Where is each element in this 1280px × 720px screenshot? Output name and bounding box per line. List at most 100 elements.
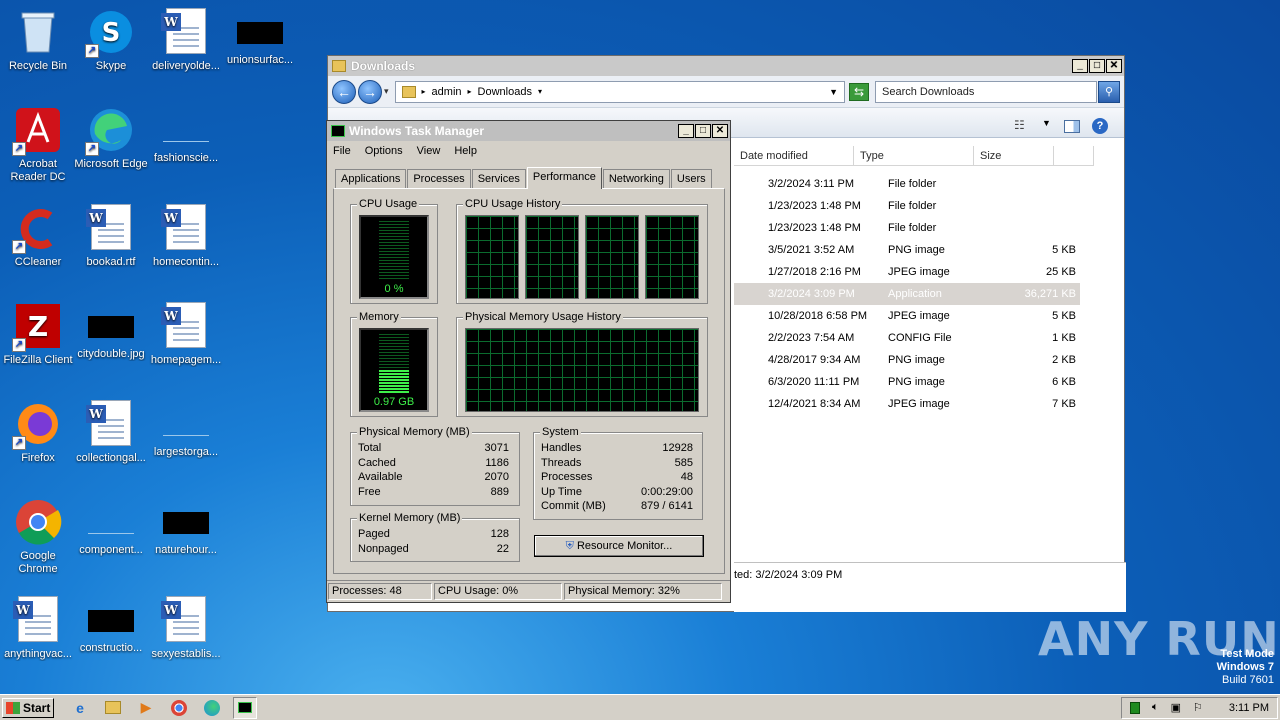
media-player-icon[interactable]: ▶ bbox=[134, 697, 158, 719]
menu-view[interactable]: View bbox=[417, 145, 441, 157]
minimize-button[interactable]: _ bbox=[678, 124, 694, 138]
network-icon[interactable]: ▣ bbox=[1171, 701, 1181, 714]
search-icon[interactable]: ⚲ bbox=[1098, 80, 1120, 103]
desktop-icon-filezilla[interactable]: Z ↗ FileZilla Client bbox=[0, 302, 76, 367]
desktop-icon-homecontin[interactable]: W homecontin... bbox=[148, 204, 224, 269]
forward-arrow-icon[interactable]: → bbox=[358, 79, 382, 104]
desktop-icon-chrome[interactable]: Google Chrome bbox=[0, 498, 76, 576]
desktop-icon-acrobat[interactable]: ↗ Acrobat Reader DC bbox=[0, 106, 76, 184]
shortcut-arrow-icon: ↗ bbox=[12, 436, 26, 450]
refresh-icon[interactable]: ⇆ bbox=[849, 82, 869, 101]
explorer-folder-icon[interactable] bbox=[101, 697, 125, 719]
task-manager-tray-icon[interactable] bbox=[1129, 701, 1140, 714]
desktop-icon-citydouble[interactable]: citydouble.jpg bbox=[73, 302, 149, 361]
column-date-modified[interactable]: Date modified bbox=[734, 146, 854, 166]
file-row[interactable]: 1/23/2023 1:48 PM File folder bbox=[734, 217, 1080, 239]
file-row[interactable]: 12/4/2021 8:34 AM JPEG image 7 KB bbox=[734, 393, 1080, 415]
stat-row: Total 3071 bbox=[358, 442, 509, 454]
chrome-taskbar-icon[interactable] bbox=[167, 697, 191, 719]
file-row[interactable]: 1/23/2023 1:48 PM File folder bbox=[734, 195, 1080, 217]
desktop-icon-collectiongal[interactable]: W collectiongal... bbox=[73, 400, 149, 465]
task-manager-titlebar[interactable]: Windows Task Manager _ □ ✕ bbox=[327, 121, 730, 141]
file-size: 1 KB bbox=[1052, 332, 1076, 344]
resource-monitor-button[interactable]: ⛨ Resource Monitor... bbox=[534, 535, 704, 557]
minimize-button[interactable]: _ bbox=[1072, 59, 1088, 73]
desktop-icon-recycle-bin[interactable]: Recycle Bin bbox=[0, 8, 76, 73]
close-button[interactable]: ✕ bbox=[712, 124, 728, 138]
tab-performance[interactable]: Performance bbox=[526, 167, 602, 189]
file-row[interactable]: 3/2/2024 3:11 PM File folder bbox=[734, 173, 1080, 195]
desktop-icon-edge[interactable]: ↗ Microsoft Edge bbox=[73, 106, 149, 171]
file-row[interactable]: 1/27/2018 2:16 PM JPEG image 25 KB bbox=[734, 261, 1080, 283]
task-manager-taskbar-icon[interactable] bbox=[233, 696, 257, 719]
stat-value: 1186 bbox=[485, 456, 509, 469]
desktop-icon-constructio[interactable]: constructio... bbox=[73, 596, 149, 655]
breadcrumb-downloads[interactable]: Downloads bbox=[478, 86, 532, 98]
desktop-icon-largestorga[interactable]: largestorga... bbox=[148, 400, 224, 459]
menu-options[interactable]: Options bbox=[365, 145, 403, 157]
desktop-icon-anythingvac[interactable]: W anythingvac... bbox=[0, 596, 76, 661]
maximize-button[interactable]: □ bbox=[1089, 59, 1105, 73]
firefox-icon: ↗ bbox=[12, 400, 62, 450]
column-size[interactable]: Size bbox=[974, 146, 1054, 166]
file-row[interactable]: 6/3/2020 11:11 PM PNG image 6 KB bbox=[734, 371, 1080, 393]
start-button[interactable]: Start bbox=[2, 697, 54, 718]
help-icon[interactable]: ? bbox=[1092, 118, 1108, 134]
view-dropdown-icon[interactable]: ▼ bbox=[1042, 118, 1051, 128]
windows-logo-icon bbox=[6, 701, 20, 714]
maximize-button[interactable]: □ bbox=[695, 124, 711, 138]
address-dropdown-icon[interactable]: ▼ bbox=[829, 87, 838, 97]
stat-row: Nonpaged 22 bbox=[358, 543, 509, 555]
menu-help[interactable]: Help bbox=[454, 145, 477, 157]
desktop-icon-naturehour[interactable]: naturehour... bbox=[148, 498, 224, 557]
file-row[interactable]: 10/28/2018 6:58 PM JPEG image 5 KB bbox=[734, 305, 1080, 327]
file-row[interactable]: 3/2/2024 3:09 PM Application 36,271 KB bbox=[734, 283, 1080, 305]
flag-icon[interactable]: ⚐ bbox=[1193, 701, 1203, 714]
preview-pane-icon[interactable] bbox=[1064, 120, 1080, 133]
desktop-icon-bookad[interactable]: W bookad.rtf bbox=[73, 204, 149, 269]
tab-strip: Applications Processes Services Performa… bbox=[335, 167, 713, 189]
close-button[interactable]: ✕ bbox=[1106, 59, 1122, 73]
desktop-icon-sexyestablis[interactable]: W sexyestablis... bbox=[148, 596, 224, 661]
search-input[interactable]: Search Downloads bbox=[875, 80, 1097, 103]
stat-label: Processes bbox=[541, 471, 593, 484]
file-row[interactable]: 2/2/2023 7:54 AM CONFIG File 1 KB bbox=[734, 327, 1080, 349]
edge-taskbar-icon[interactable] bbox=[200, 697, 224, 719]
chevron-down-icon[interactable]: ▾ bbox=[384, 86, 389, 97]
stat-label: Threads bbox=[541, 456, 582, 469]
desktop-icon-unionsurfac[interactable]: unionsurfac... bbox=[222, 8, 298, 67]
clock[interactable]: 3:11 PM bbox=[1229, 702, 1269, 714]
column-type[interactable]: Type bbox=[854, 146, 974, 166]
desktop-icon-skype[interactable]: S ↗ Skype bbox=[73, 8, 149, 73]
kernel-memory-group: Kernel Memory (MB) Paged 128 Nonpaged 22 bbox=[350, 512, 520, 562]
view-options-icon[interactable]: ☷ bbox=[1014, 118, 1025, 132]
breadcrumb-admin[interactable]: admin bbox=[432, 86, 462, 98]
task-manager-window[interactable]: Windows Task Manager _ □ ✕ File Options … bbox=[326, 120, 731, 603]
memory-group: Memory 0.97 GB bbox=[350, 311, 438, 417]
tab-services[interactable]: Services bbox=[471, 169, 526, 189]
tab-networking[interactable]: Networking bbox=[602, 169, 670, 189]
volume-icon[interactable]: 🔈︎ bbox=[1152, 701, 1159, 714]
ie-icon[interactable]: e bbox=[68, 697, 92, 719]
desktop-icon-deliveryolde[interactable]: W deliveryolde... bbox=[148, 8, 224, 73]
stat-label: Cached bbox=[358, 456, 396, 469]
address-input[interactable]: ▸ admin ▸ Downloads ▾ ▼ bbox=[394, 80, 845, 103]
tab-applications[interactable]: Applications bbox=[335, 169, 407, 189]
desktop-icon-component[interactable]: component... bbox=[73, 498, 149, 557]
desktop-icon-homepagem[interactable]: W homepagem... bbox=[148, 302, 224, 367]
desktop-icon-fashionscie[interactable]: fashionscie... bbox=[148, 106, 224, 165]
search-placeholder: Search Downloads bbox=[882, 85, 975, 98]
menu-file[interactable]: File bbox=[333, 145, 351, 157]
desktop-icon-firefox[interactable]: ↗ Firefox bbox=[0, 400, 76, 465]
file-date: 10/28/2018 6:58 PM bbox=[768, 310, 868, 322]
desktop-icon-ccleaner[interactable]: ↗ CCleaner bbox=[0, 204, 76, 269]
file-date: 3/5/2021 3:52 AM bbox=[768, 244, 855, 256]
file-row[interactable]: 3/5/2021 3:52 AM PNG image 5 KB bbox=[734, 239, 1080, 261]
tab-users[interactable]: Users bbox=[670, 169, 712, 189]
tab-processes[interactable]: Processes bbox=[407, 169, 471, 189]
back-arrow-icon[interactable]: ← bbox=[332, 79, 356, 104]
explorer-titlebar[interactable]: Downloads _ □ ✕ bbox=[328, 56, 1124, 76]
file-row[interactable]: 4/28/2017 9:34 AM PNG image 2 KB bbox=[734, 349, 1080, 371]
filezilla-icon: Z ↗ bbox=[12, 302, 62, 352]
task-manager-title: Windows Task Manager bbox=[349, 124, 485, 138]
